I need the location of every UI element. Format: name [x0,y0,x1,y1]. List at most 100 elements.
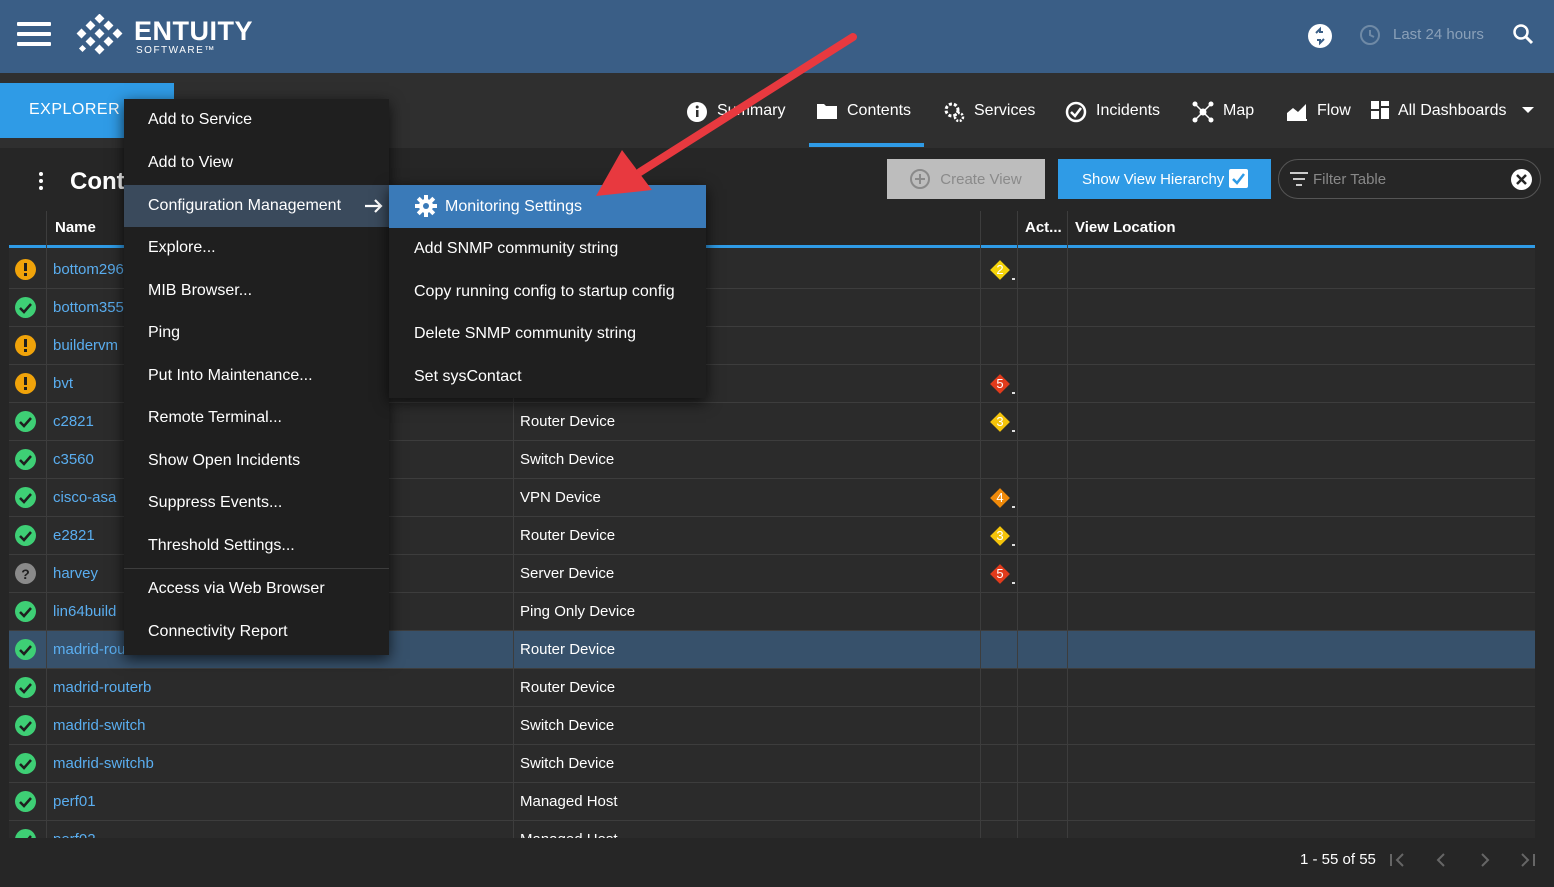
device-name-link[interactable]: lin64build [53,603,116,620]
menu-item-add-to-view[interactable]: Add to View [124,142,389,184]
column-header-name[interactable]: Name [55,219,96,236]
menu-item-access-via-web-browser[interactable]: Access via Web Browser [124,568,389,610]
menu-item-configuration-management[interactable]: Configuration Management [124,185,389,227]
submenu-item-delete-snmp-community-string[interactable]: Delete SNMP community string [389,313,706,355]
severity-dot [1012,278,1015,280]
menu-item-mib-browser[interactable]: MIB Browser... [124,270,389,312]
device-name-link[interactable]: madrid-switchb [53,755,154,772]
device-name-link[interactable]: madrid-rou [53,641,126,658]
severity-badge-icon[interactable]: 4 [988,486,1012,510]
menu-item-suppress-events[interactable]: Suppress Events... [124,482,389,524]
sync-icon[interactable] [1308,24,1332,48]
time-range-selector[interactable]: Last 24 hours [1393,26,1484,43]
device-name-link[interactable]: harvey [53,565,98,582]
arrow-right-icon [364,198,384,214]
device-type: VPN Device [520,489,601,506]
kebab-menu-icon[interactable] [38,172,44,192]
tab-summary-label: Summary [717,102,786,119]
device-name-link[interactable]: buildervm [53,337,118,354]
checkbox-checked-icon[interactable] [1229,169,1248,188]
device-type: Switch Device [520,451,615,468]
menu-item-show-open-incidents[interactable]: Show Open Incidents [124,440,389,482]
device-name-link[interactable]: madrid-routerb [53,679,151,696]
device-name-link[interactable]: c3560 [53,451,94,468]
severity-badge-icon[interactable]: 3 [988,524,1012,548]
severity-count: 3 [996,528,1004,543]
status-ok-icon [15,715,36,736]
table-row[interactable]: madrid-routerb Router Device [9,669,1535,707]
table-row[interactable]: madrid-switch Switch Device [9,707,1535,745]
severity-badge-icon[interactable]: 5 [988,562,1012,586]
status-ok-icon [15,297,36,318]
tab-incidents[interactable]: Incidents [1065,99,1160,123]
column-divider [46,211,47,838]
menu-item-explore[interactable]: Explore... [124,227,389,269]
menu-item-add-to-service[interactable]: Add to Service [124,99,389,141]
brand-name: ENTUITY [134,16,254,46]
submenu-item-monitoring-settings[interactable]: Monitoring Settings [389,185,706,228]
next-page-icon[interactable] [1476,850,1494,870]
filter-table-field[interactable] [1278,159,1541,199]
active-tab-indicator [809,143,924,147]
status-warning-icon [15,335,36,356]
tab-summary[interactable]: Summary [686,99,785,123]
severity-count: 2 [996,262,1004,277]
severity-badge-icon[interactable]: 2 [988,258,1012,282]
map-icon [1192,101,1214,123]
column-header-act[interactable]: Act... [1025,219,1062,236]
severity-badge-icon[interactable]: 5 [988,372,1012,396]
menu-item-ping[interactable]: Ping [124,312,389,354]
menu-item-remote-terminal[interactable]: Remote Terminal... [124,397,389,439]
status-warning-icon [15,373,36,394]
tab-map[interactable]: Map [1192,99,1254,123]
severity-count: 4 [996,490,1004,505]
table-row[interactable]: madrid-switchb Switch Device [9,745,1535,783]
device-name-link[interactable]: bottom355 [53,299,124,316]
clock-icon[interactable] [1359,24,1381,46]
table-row[interactable]: perf02 Managed Host [9,821,1535,838]
device-name-link[interactable]: perf02 [53,831,96,838]
chevron-down-icon[interactable] [1521,102,1535,120]
menu-item-connectivity-report[interactable]: Connectivity Report [124,611,389,653]
severity-count: 3 [996,414,1004,429]
tab-services[interactable]: Services [943,99,1035,123]
device-name-link[interactable]: bvt [53,375,73,392]
first-page-icon[interactable] [1389,850,1407,870]
device-name-link[interactable]: madrid-switch [53,717,146,734]
clear-filter-icon[interactable] [1511,169,1532,190]
submenu-item-add-snmp-community-string[interactable]: Add SNMP community string [389,228,706,270]
search-icon[interactable] [1512,23,1534,45]
severity-dot [1012,582,1015,584]
column-header-view-location[interactable]: View Location [1075,219,1176,236]
status-ok-icon [15,677,36,698]
table-row[interactable]: perf01 Managed Host [9,783,1535,821]
hamburger-menu-icon[interactable] [17,22,51,48]
tab-flow[interactable]: Flow [1286,99,1351,123]
device-name-link[interactable]: c2821 [53,413,94,430]
device-type: Router Device [520,641,616,658]
incidents-icon [1065,101,1087,123]
device-name-link[interactable]: cisco-asa [53,489,116,506]
menu-item-put-into-maintenance[interactable]: Put Into Maintenance... [124,355,389,397]
device-name-link[interactable]: bottom296 [53,261,124,278]
device-type: Router Device [520,679,616,696]
tab-contents[interactable]: Contents [816,99,911,123]
previous-page-icon[interactable] [1432,850,1450,870]
tab-all-dashboards[interactable]: All Dashboards [1371,99,1535,123]
last-page-icon[interactable] [1518,850,1536,870]
device-type: Switch Device [520,717,615,734]
create-view-button[interactable]: Create View [887,159,1045,199]
device-type: Server Device [520,565,615,582]
brand-subtitle: SOFTWARE™ [136,45,216,56]
filter-table-input[interactable] [1313,169,1503,189]
device-type: Managed Host [520,793,618,810]
show-view-hierarchy-button[interactable]: Show View Hierarchy [1058,159,1271,199]
submenu-item-set-syscontact[interactable]: Set sysContact [389,356,706,398]
menu-item-threshold-settings[interactable]: Threshold Settings... [124,525,389,567]
device-name-link[interactable]: e2821 [53,527,95,544]
status-ok-icon [15,411,36,432]
submenu-item-copy-running-config[interactable]: Copy running config to startup config [389,271,706,313]
status-ok-icon [15,829,36,838]
device-name-link[interactable]: perf01 [53,793,96,810]
severity-badge-icon[interactable]: 3 [988,410,1012,434]
